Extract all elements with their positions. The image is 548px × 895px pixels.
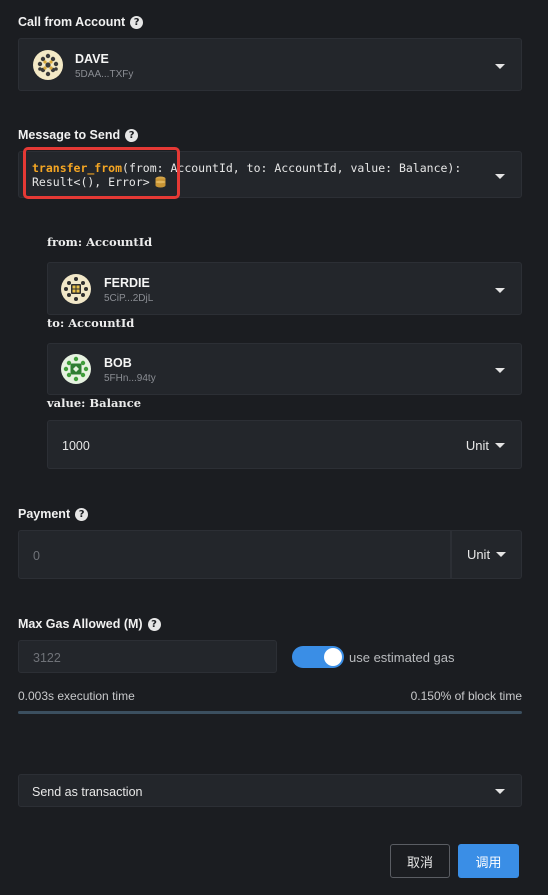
- account-name: DAVE: [75, 52, 109, 66]
- max-gas-input[interactable]: 3122: [18, 640, 277, 673]
- identicon-avatar: [33, 50, 63, 80]
- signature-return: Result<(), Error>: [32, 175, 150, 189]
- help-icon[interactable]: ?: [125, 128, 139, 142]
- max-gas-label: Max Gas Allowed (M) ?: [18, 617, 161, 631]
- estimated-gas-label: use estimated gas: [349, 650, 455, 665]
- param-value-input[interactable]: 1000 Unit: [47, 420, 522, 469]
- help-icon[interactable]: ?: [147, 617, 161, 631]
- call-from-label: Call from Account ?: [18, 15, 144, 29]
- unit-label: Unit: [466, 547, 491, 562]
- value-amount[interactable]: 1000: [62, 439, 90, 453]
- cancel-button[interactable]: 取消: [390, 844, 450, 878]
- payment-label: Payment ?: [18, 507, 89, 521]
- identicon-avatar: [61, 354, 91, 384]
- payment-unit-dropdown[interactable]: Unit: [451, 530, 522, 579]
- param-to-select[interactable]: BOB 5FHn...94ty: [47, 343, 522, 395]
- chevron-down-icon[interactable]: [495, 789, 505, 794]
- chevron-down-icon[interactable]: [495, 368, 505, 373]
- identicon-avatar: [61, 274, 91, 304]
- estimated-gas-toggle[interactable]: [292, 646, 344, 668]
- toggle-knob: [324, 648, 342, 666]
- chevron-down-icon: [496, 552, 507, 557]
- identicon-icon: [61, 274, 91, 304]
- account-name: FERDIE: [104, 276, 150, 290]
- message-signature: transfer_from(from: AccountId, to: Accou…: [32, 161, 461, 189]
- chevron-down-icon[interactable]: [495, 174, 505, 179]
- send-mode-select[interactable]: Send as transaction: [18, 774, 522, 807]
- help-icon[interactable]: ?: [75, 507, 89, 521]
- account-address: 5FHn...94ty: [104, 373, 156, 384]
- gas-progress-bar: [18, 711, 522, 714]
- execution-time: 0.003s execution time: [18, 689, 135, 703]
- database-icon: [155, 176, 166, 188]
- call-button[interactable]: 调用: [458, 844, 519, 878]
- value-unit-dropdown[interactable]: Unit: [466, 438, 505, 453]
- account-address: 5DAA...TXFy: [75, 69, 134, 80]
- param-to-label: to: AccountId: [47, 316, 135, 330]
- block-time: 0.150% of block time: [410, 689, 522, 703]
- identicon-icon: [61, 354, 91, 384]
- identicon-icon: [33, 50, 63, 80]
- gas-placeholder: 3122: [33, 651, 61, 665]
- message-label: Message to Send ?: [18, 128, 139, 142]
- call-from-account-select[interactable]: DAVE 5DAA...TXFy: [18, 38, 522, 91]
- message-select[interactable]: transfer_from(from: AccountId, to: Accou…: [18, 151, 522, 198]
- help-icon[interactable]: ?: [130, 15, 144, 29]
- unit-label: Unit: [465, 438, 489, 453]
- payment-placeholder: 0: [33, 549, 40, 563]
- send-mode-value: Send as transaction: [32, 785, 143, 799]
- param-from-label: from: AccountId: [47, 235, 153, 249]
- account-name: BOB: [104, 356, 132, 370]
- account-address: 5CiP...2DjL: [104, 293, 154, 304]
- chevron-down-icon: [495, 443, 505, 448]
- param-value-label: value: Balance: [47, 396, 142, 410]
- chevron-down-icon[interactable]: [495, 64, 505, 69]
- param-from-select[interactable]: FERDIE 5CiP...2DjL: [47, 262, 522, 315]
- chevron-down-icon[interactable]: [495, 288, 505, 293]
- method-name: transfer_from: [32, 161, 123, 175]
- signature-params: (from: AccountId, to: AccountId, value: …: [122, 161, 462, 175]
- payment-input[interactable]: 0: [18, 530, 451, 579]
